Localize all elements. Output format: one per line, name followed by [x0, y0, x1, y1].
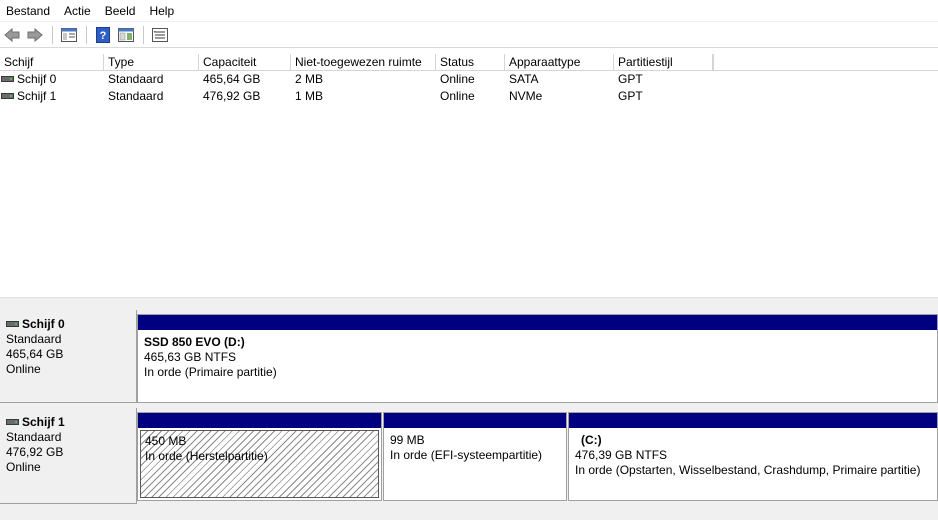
partition-header-bar: [569, 413, 937, 428]
partition-recovery[interactable]: 450 MB In orde (Herstelpartitie): [137, 412, 382, 501]
cell-schijf: Schijf 0: [0, 71, 104, 88]
cell-partitiestijl: GPT: [618, 89, 643, 103]
disk-status: Online: [6, 362, 41, 376]
column-header-schijf[interactable]: Schijf: [0, 54, 104, 71]
partition-status: In orde (Opstarten, Wisselbestand, Crash…: [575, 463, 921, 477]
help-button[interactable]: ?: [93, 25, 113, 45]
list-view-button[interactable]: [150, 25, 170, 45]
cell-apparaattype: NVMe: [509, 89, 543, 103]
column-header-niet-toegewezen[interactable]: Niet-toegewezen ruimte: [291, 54, 436, 71]
cell-schijf: Schijf 1: [0, 88, 104, 105]
cell-capaciteit: 465,64 GB: [203, 72, 261, 86]
cell-status: Online: [440, 89, 475, 103]
menu-bestand[interactable]: Bestand: [0, 1, 58, 21]
partition-status: In orde (Primaire partitie): [144, 365, 277, 379]
column-header-partitiestijl[interactable]: Partitiestijl: [614, 54, 713, 71]
column-header-apparaattype[interactable]: Apparaattype: [505, 54, 614, 71]
column-header-type[interactable]: Type: [104, 54, 199, 71]
disk-drive-icon: [1, 92, 14, 99]
partition-efi[interactable]: 99 MB In orde (EFI-systeempartitie): [383, 412, 567, 501]
disk-drive-icon: [6, 320, 19, 327]
cell-apparaattype: SATA: [509, 72, 539, 86]
cell-partitiestijl: GPT: [618, 72, 643, 86]
toolbar-separator: [143, 25, 144, 44]
volume-list-header: Schijf Type Capaciteit Niet-toegewezen r…: [0, 54, 938, 71]
console-tree-button[interactable]: [59, 25, 79, 45]
svg-text:?: ?: [100, 30, 107, 42]
cell-schijf-text: Schijf 1: [17, 89, 57, 103]
back-arrow-icon: [4, 27, 20, 42]
cell-type: Standaard: [108, 89, 164, 103]
partition-status: In orde (EFI-systeempartitie): [390, 448, 543, 462]
partition-details: (C:) 476,39 GB NTFS In orde (Opstarten, …: [571, 430, 935, 498]
menu-actie[interactable]: Actie: [58, 1, 99, 21]
help-icon: ?: [96, 26, 110, 43]
cell-niet-toegewezen: 1 MB: [295, 89, 324, 103]
disk-row-1: Schijf 1 Standaard 476,92 GB Online 450 …: [0, 408, 938, 504]
list-view-icon: [152, 27, 168, 42]
partition-status: In orde (Herstelpartitie): [145, 449, 268, 463]
disk-row-0: Schijf 0 Standaard 465,64 GB Online SSD …: [0, 310, 938, 403]
disk-graphical-view: Schijf 0 Standaard 465,64 GB Online SSD …: [0, 307, 938, 520]
cell-type: Standaard: [108, 72, 164, 86]
partition-details: SSD 850 EVO (D:) 465,63 GB NTFS In orde …: [140, 332, 935, 400]
menu-beeld[interactable]: Beeld: [99, 1, 144, 21]
cell-capaciteit: 476,92 GB: [203, 89, 261, 103]
partition-c[interactable]: (C:) 476,39 GB NTFS In orde (Opstarten, …: [568, 412, 938, 501]
toolbar: ?: [0, 21, 938, 48]
partition-header-bar: [138, 315, 937, 330]
disk-name: Schijf 0: [22, 317, 65, 331]
disk-name: Schijf 1: [22, 415, 65, 429]
disk-list: Schijf 0 Standaard 465,64 GB 2 MB Online…: [0, 71, 938, 297]
disk-size: 465,64 GB: [6, 347, 64, 361]
partition-details: 450 MB In orde (Herstelpartitie): [140, 430, 379, 498]
column-header-status[interactable]: Status: [436, 54, 505, 71]
forward-button[interactable]: [25, 25, 45, 45]
partition-size: 476,39 GB NTFS: [575, 448, 668, 462]
properties-icon: [118, 27, 134, 42]
toolbar-separator: [52, 25, 53, 44]
partition-header-bar: [138, 413, 381, 428]
cell-schijf-text: Schijf 0: [17, 72, 57, 86]
table-row[interactable]: Schijf 1 Standaard 476,92 GB 1 MB Online…: [0, 88, 938, 105]
disk-label-1[interactable]: Schijf 1 Standaard 476,92 GB Online: [0, 408, 137, 504]
console-tree-icon: [61, 27, 77, 42]
properties-button[interactable]: [116, 25, 136, 45]
disk-type: Standaard: [6, 430, 62, 444]
partition-details: 99 MB In orde (EFI-systeempartitie): [386, 430, 564, 498]
partition-title: (C:): [581, 433, 602, 447]
table-row[interactable]: Schijf 0 Standaard 465,64 GB 2 MB Online…: [0, 71, 938, 88]
column-header-capaciteit[interactable]: Capaciteit: [199, 54, 291, 71]
cell-niet-toegewezen: 2 MB: [295, 72, 324, 86]
partition-title: SSD 850 EVO (D:): [144, 335, 245, 349]
disk-drive-icon: [6, 418, 19, 425]
disk-status: Online: [6, 460, 41, 474]
forward-arrow-icon: [27, 27, 43, 42]
back-button[interactable]: [2, 25, 22, 45]
partition-size: 450 MB: [145, 434, 187, 448]
menu-help[interactable]: Help: [143, 1, 182, 21]
disk-drive-icon: [1, 75, 14, 82]
partition-d[interactable]: SSD 850 EVO (D:) 465,63 GB NTFS In orde …: [137, 314, 938, 403]
disk-size: 476,92 GB: [6, 445, 64, 459]
disk-label-0[interactable]: Schijf 0 Standaard 465,64 GB Online: [0, 310, 137, 403]
disk-type: Standaard: [6, 332, 62, 346]
toolbar-separator: [86, 25, 87, 44]
partition-header-bar: [384, 413, 566, 428]
partition-size: 99 MB: [390, 433, 425, 447]
pane-splitter[interactable]: [0, 297, 938, 307]
cell-status: Online: [440, 72, 475, 86]
partition-size: 465,63 GB NTFS: [144, 350, 237, 364]
menu-bar: Bestand Actie Beeld Help: [0, 0, 938, 21]
column-header-filler: [713, 54, 938, 71]
